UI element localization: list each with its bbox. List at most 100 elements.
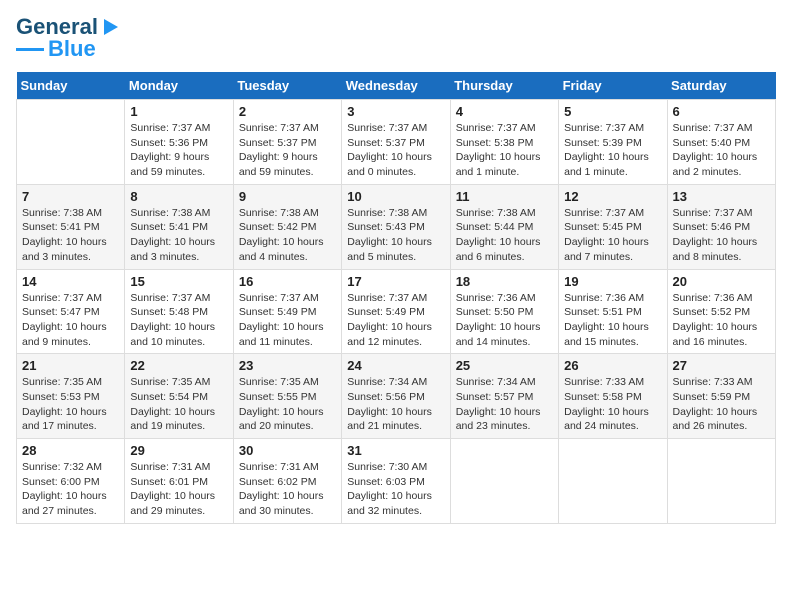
day-info: Sunrise: 7:34 AM Sunset: 5:57 PM Dayligh… bbox=[456, 375, 553, 434]
calendar-week-3: 14Sunrise: 7:37 AM Sunset: 5:47 PM Dayli… bbox=[17, 269, 776, 354]
day-info: Sunrise: 7:37 AM Sunset: 5:47 PM Dayligh… bbox=[22, 291, 119, 350]
day-number: 28 bbox=[22, 443, 119, 458]
day-info: Sunrise: 7:38 AM Sunset: 5:43 PM Dayligh… bbox=[347, 206, 444, 265]
day-info: Sunrise: 7:31 AM Sunset: 6:01 PM Dayligh… bbox=[130, 460, 227, 519]
calendar-week-2: 7 Sunrise: 7:38 AM Sunset: 5:41 PM Daylig… bbox=[17, 184, 776, 269]
logo-icon bbox=[100, 17, 118, 37]
day-number: 7 bbox=[22, 189, 119, 204]
calendar-cell: 21 Sunrise: 7:35 AM Sunset: 5:53 PM Dayli… bbox=[17, 354, 125, 439]
day-info: Sunrise: 7:31 AM Sunset: 6:02 PM Dayligh… bbox=[239, 460, 336, 519]
calendar-cell: 25 Sunrise: 7:34 AM Sunset: 5:57 PM Dayli… bbox=[450, 354, 558, 439]
day-info: Sunrise: 7:38 AM Sunset: 5:41 PM Dayligh… bbox=[22, 206, 119, 265]
day-number: 19 bbox=[564, 274, 661, 289]
calendar-cell: 28 Sunrise: 7:32 AM Sunset: 6:00 PM Dayli… bbox=[17, 439, 125, 524]
calendar-cell: 22 Sunrise: 7:35 AM Sunset: 5:54 PM Dayli… bbox=[125, 354, 233, 439]
calendar-cell bbox=[559, 439, 667, 524]
calendar-cell: 3Sunrise: 7:37 AM Sunset: 5:37 PM Daylig… bbox=[342, 100, 450, 185]
day-info: Sunrise: 7:34 AM Sunset: 5:56 PM Dayligh… bbox=[347, 375, 444, 434]
day-number: 9 bbox=[239, 189, 336, 204]
day-number: 30 bbox=[239, 443, 336, 458]
calendar-cell bbox=[17, 100, 125, 185]
day-number: 8 bbox=[130, 189, 227, 204]
calendar-cell: 12 Sunrise: 7:37 AM Sunset: 5:45 PM Dayli… bbox=[559, 184, 667, 269]
day-number: 11 bbox=[456, 189, 553, 204]
day-number: 10 bbox=[347, 189, 444, 204]
calendar-table: SundayMondayTuesdayWednesdayThursdayFrid… bbox=[16, 72, 776, 524]
header-thursday: Thursday bbox=[450, 72, 558, 100]
day-info: Sunrise: 7:36 AM Sunset: 5:50 PM Dayligh… bbox=[456, 291, 553, 350]
day-number: 13 bbox=[673, 189, 770, 204]
calendar-header-row: SundayMondayTuesdayWednesdayThursdayFrid… bbox=[17, 72, 776, 100]
calendar-cell: 26Sunrise: 7:33 AM Sunset: 5:58 PM Dayli… bbox=[559, 354, 667, 439]
logo: General Blue bbox=[16, 16, 118, 60]
day-number: 5 bbox=[564, 104, 661, 119]
day-info: Sunrise: 7:37 AM Sunset: 5:48 PM Dayligh… bbox=[130, 291, 227, 350]
day-number: 29 bbox=[130, 443, 227, 458]
day-info: Sunrise: 7:37 AM Sunset: 5:45 PM Dayligh… bbox=[564, 206, 661, 265]
day-number: 6 bbox=[673, 104, 770, 119]
calendar-week-4: 21 Sunrise: 7:35 AM Sunset: 5:53 PM Dayli… bbox=[17, 354, 776, 439]
day-info: Sunrise: 7:33 AM Sunset: 5:58 PM Dayligh… bbox=[564, 375, 661, 434]
day-number: 27 bbox=[673, 358, 770, 373]
day-info: Sunrise: 7:38 AM Sunset: 5:42 PM Dayligh… bbox=[239, 206, 336, 265]
day-info: Sunrise: 7:37 AM Sunset: 5:49 PM Dayligh… bbox=[239, 291, 336, 350]
calendar-cell: 23 Sunrise: 7:35 AM Sunset: 5:55 PM Dayli… bbox=[233, 354, 341, 439]
header-monday: Monday bbox=[125, 72, 233, 100]
day-info: Sunrise: 7:32 AM Sunset: 6:00 PM Dayligh… bbox=[22, 460, 119, 519]
calendar-cell: 15 Sunrise: 7:37 AM Sunset: 5:48 PM Dayli… bbox=[125, 269, 233, 354]
day-info: Sunrise: 7:36 AM Sunset: 5:52 PM Dayligh… bbox=[673, 291, 770, 350]
day-number: 4 bbox=[456, 104, 553, 119]
calendar-cell: 13Sunrise: 7:37 AM Sunset: 5:46 PM Dayli… bbox=[667, 184, 775, 269]
calendar-cell: 16 Sunrise: 7:37 AM Sunset: 5:49 PM Dayli… bbox=[233, 269, 341, 354]
day-number: 21 bbox=[22, 358, 119, 373]
day-number: 16 bbox=[239, 274, 336, 289]
calendar-cell: 20Sunrise: 7:36 AM Sunset: 5:52 PM Dayli… bbox=[667, 269, 775, 354]
day-info: Sunrise: 7:38 AM Sunset: 5:44 PM Dayligh… bbox=[456, 206, 553, 265]
calendar-week-5: 28 Sunrise: 7:32 AM Sunset: 6:00 PM Dayli… bbox=[17, 439, 776, 524]
day-info: Sunrise: 7:30 AM Sunset: 6:03 PM Dayligh… bbox=[347, 460, 444, 519]
calendar-cell: 11 Sunrise: 7:38 AM Sunset: 5:44 PM Dayli… bbox=[450, 184, 558, 269]
calendar-cell: 18 Sunrise: 7:36 AM Sunset: 5:50 PM Dayli… bbox=[450, 269, 558, 354]
calendar-cell: 5Sunrise: 7:37 AM Sunset: 5:39 PM Daylig… bbox=[559, 100, 667, 185]
day-info: Sunrise: 7:35 AM Sunset: 5:54 PM Dayligh… bbox=[130, 375, 227, 434]
header-friday: Friday bbox=[559, 72, 667, 100]
day-number: 25 bbox=[456, 358, 553, 373]
day-number: 23 bbox=[239, 358, 336, 373]
day-info: Sunrise: 7:36 AM Sunset: 5:51 PM Dayligh… bbox=[564, 291, 661, 350]
day-info: Sunrise: 7:35 AM Sunset: 5:55 PM Dayligh… bbox=[239, 375, 336, 434]
calendar-cell: 2 Sunrise: 7:37 AM Sunset: 5:37 PM Daylig… bbox=[233, 100, 341, 185]
header-saturday: Saturday bbox=[667, 72, 775, 100]
calendar-cell: 27Sunrise: 7:33 AM Sunset: 5:59 PM Dayli… bbox=[667, 354, 775, 439]
day-info: Sunrise: 7:37 AM Sunset: 5:49 PM Dayligh… bbox=[347, 291, 444, 350]
header-sunday: Sunday bbox=[17, 72, 125, 100]
day-number: 18 bbox=[456, 274, 553, 289]
calendar-cell: 24 Sunrise: 7:34 AM Sunset: 5:56 PM Dayli… bbox=[342, 354, 450, 439]
calendar-cell bbox=[667, 439, 775, 524]
day-number: 15 bbox=[130, 274, 227, 289]
day-number: 31 bbox=[347, 443, 444, 458]
calendar-week-1: 1Sunrise: 7:37 AM Sunset: 5:36 PM Daylig… bbox=[17, 100, 776, 185]
day-number: 1 bbox=[130, 104, 227, 119]
calendar-cell: 14Sunrise: 7:37 AM Sunset: 5:47 PM Dayli… bbox=[17, 269, 125, 354]
calendar-cell: 31 Sunrise: 7:30 AM Sunset: 6:03 PM Dayli… bbox=[342, 439, 450, 524]
header-tuesday: Tuesday bbox=[233, 72, 341, 100]
logo-text: General bbox=[16, 16, 98, 38]
calendar-cell: 19 Sunrise: 7:36 AM Sunset: 5:51 PM Dayli… bbox=[559, 269, 667, 354]
day-number: 12 bbox=[564, 189, 661, 204]
day-info: Sunrise: 7:37 AM Sunset: 5:37 PM Dayligh… bbox=[239, 121, 336, 180]
day-number: 24 bbox=[347, 358, 444, 373]
day-info: Sunrise: 7:37 AM Sunset: 5:38 PM Dayligh… bbox=[456, 121, 553, 180]
day-number: 2 bbox=[239, 104, 336, 119]
header-wednesday: Wednesday bbox=[342, 72, 450, 100]
day-info: Sunrise: 7:38 AM Sunset: 5:41 PM Dayligh… bbox=[130, 206, 227, 265]
calendar-cell: 17Sunrise: 7:37 AM Sunset: 5:49 PM Dayli… bbox=[342, 269, 450, 354]
calendar-cell: 10 Sunrise: 7:38 AM Sunset: 5:43 PM Dayli… bbox=[342, 184, 450, 269]
calendar-cell: 8 Sunrise: 7:38 AM Sunset: 5:41 PM Daylig… bbox=[125, 184, 233, 269]
calendar-cell: 30 Sunrise: 7:31 AM Sunset: 6:02 PM Dayli… bbox=[233, 439, 341, 524]
calendar-cell bbox=[450, 439, 558, 524]
page-header: General Blue bbox=[16, 16, 776, 60]
day-number: 22 bbox=[130, 358, 227, 373]
calendar-cell: 7 Sunrise: 7:38 AM Sunset: 5:41 PM Daylig… bbox=[17, 184, 125, 269]
day-info: Sunrise: 7:35 AM Sunset: 5:53 PM Dayligh… bbox=[22, 375, 119, 434]
calendar-cell: 1Sunrise: 7:37 AM Sunset: 5:36 PM Daylig… bbox=[125, 100, 233, 185]
